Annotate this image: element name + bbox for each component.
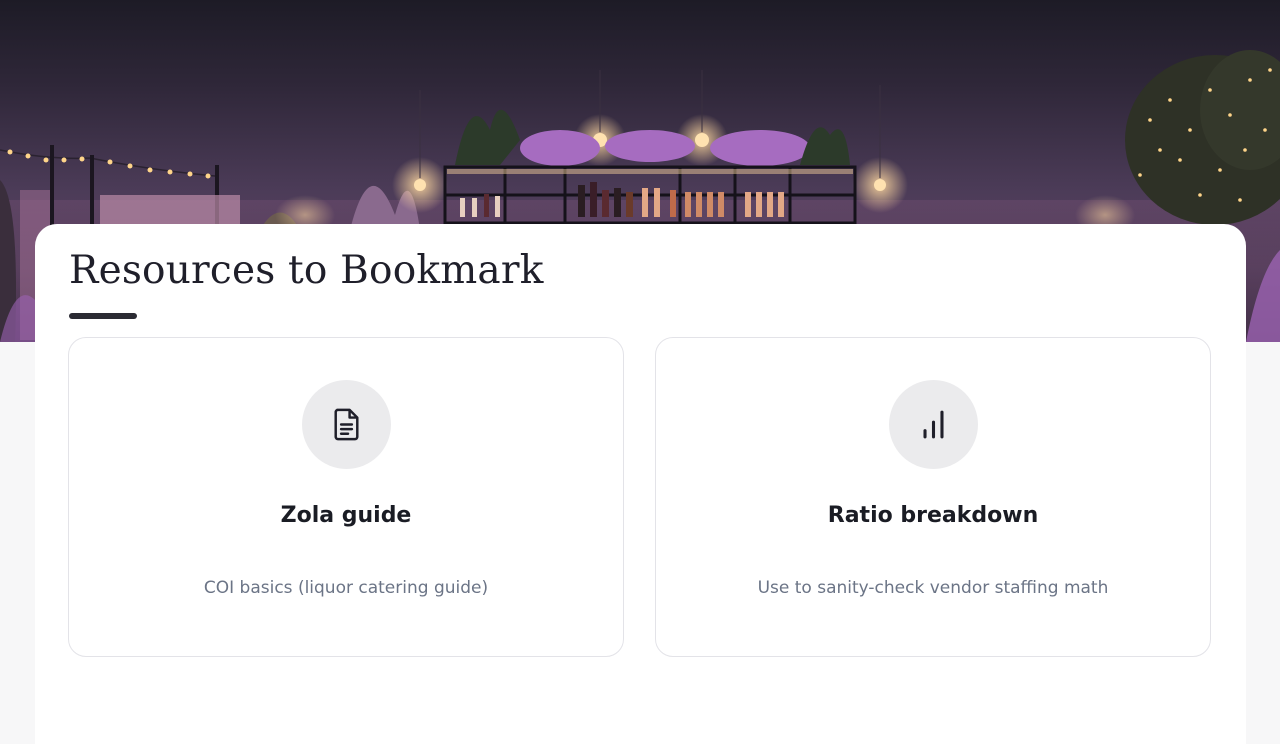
resource-card-zola-guide[interactable]: Zola guide COI basics (liquor catering g… — [68, 337, 624, 657]
title-underline — [69, 313, 137, 319]
bar-chart-icon — [923, 410, 944, 439]
resources-card: Resources to Bookmark Zola guide COI bas… — [35, 224, 1246, 744]
resource-card-ratio-breakdown[interactable]: Ratio breakdown Use to sanity-check vend… — [655, 337, 1211, 657]
resource-title: Zola guide — [280, 503, 412, 528]
icon-circle — [889, 380, 978, 469]
icon-circle — [302, 380, 391, 469]
section-title: Resources to Bookmark — [69, 248, 544, 293]
resource-title: Ratio breakdown — [827, 503, 1039, 528]
resource-description: COI basics (liquor catering guide) — [203, 578, 489, 598]
document-icon — [334, 408, 359, 441]
resource-description: Use to sanity-check vendor staffing math — [757, 578, 1109, 598]
